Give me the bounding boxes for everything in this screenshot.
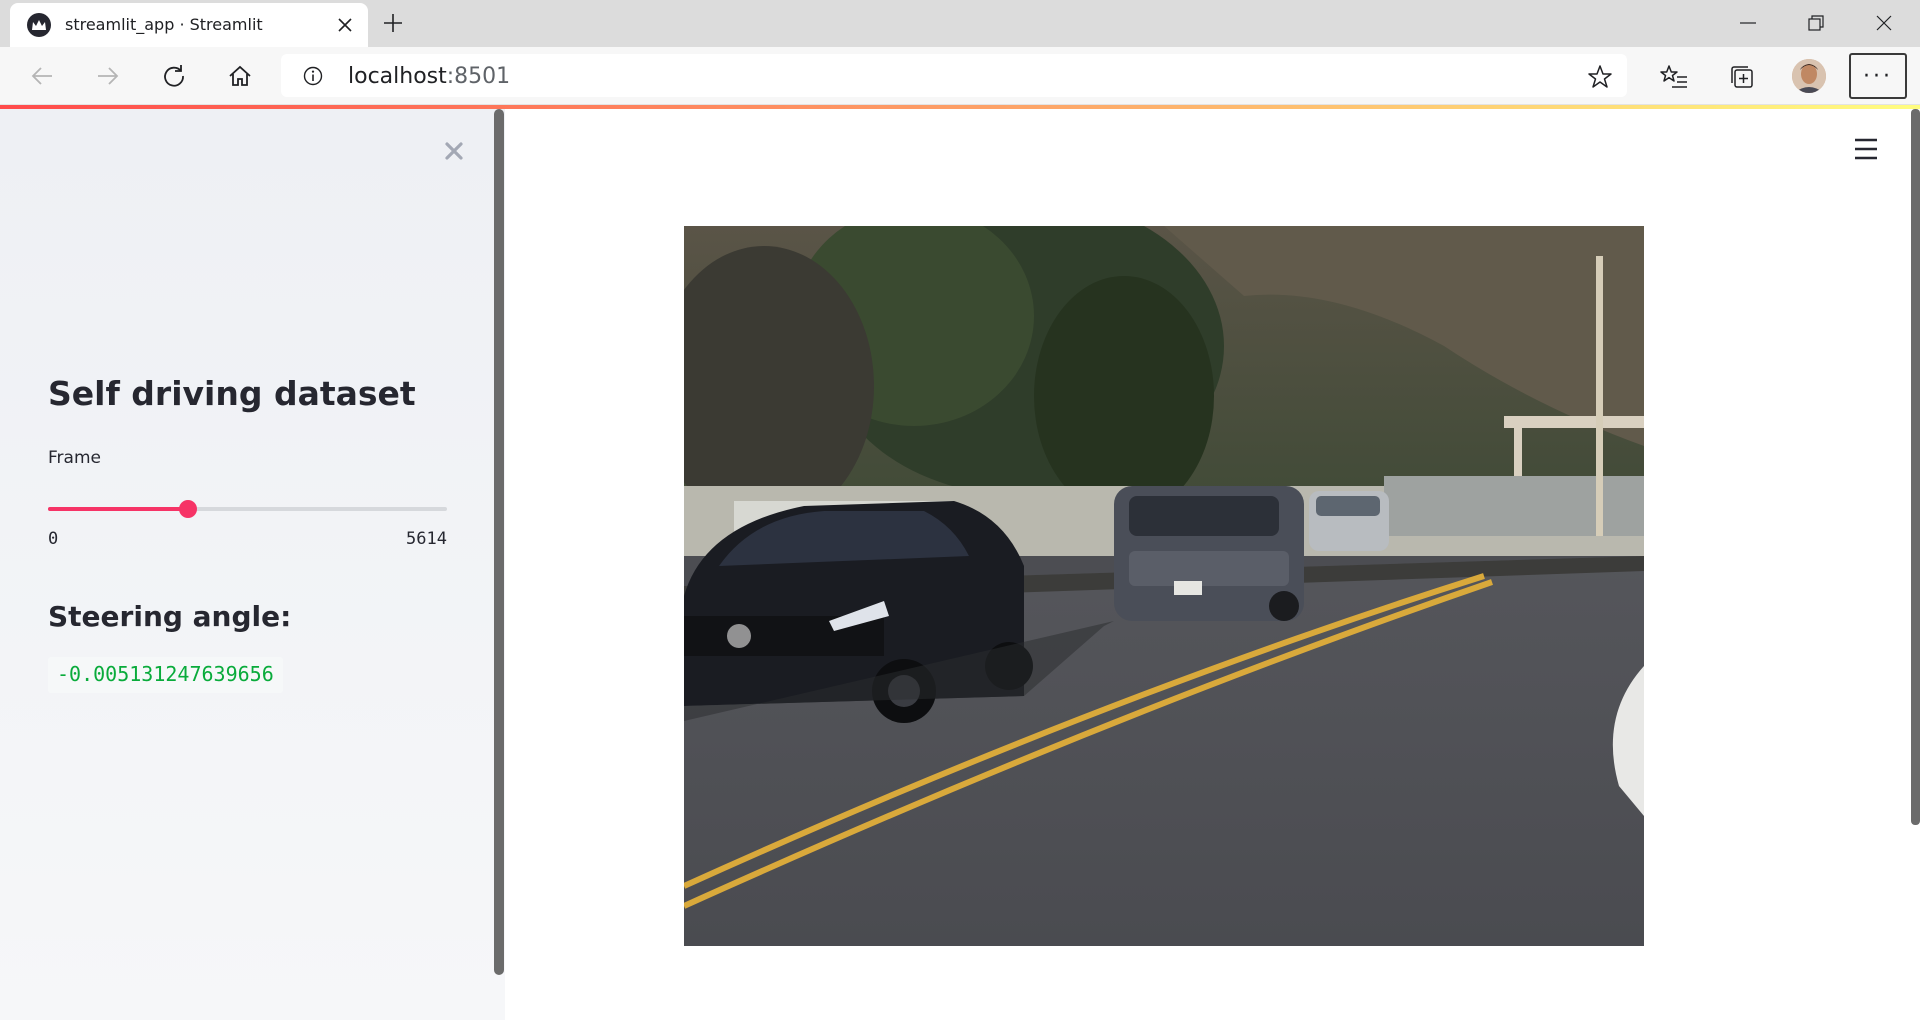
favorites-list-icon[interactable] <box>1655 58 1693 96</box>
refresh-icon[interactable] <box>154 58 194 94</box>
close-sidebar-icon[interactable] <box>437 134 471 168</box>
streamlit-favicon-icon <box>27 13 51 37</box>
sidebar-title: Self driving dataset <box>48 374 416 413</box>
browser-tab[interactable]: streamlit_app · Streamlit <box>10 3 368 47</box>
tab-title: streamlit_app · Streamlit <box>65 15 263 34</box>
main-scrollbar[interactable] <box>1911 109 1920 825</box>
browser-tab-bar: streamlit_app · Streamlit <box>0 0 1920 47</box>
steering-angle-heading: Steering angle: <box>48 600 292 633</box>
close-window-icon[interactable] <box>1854 6 1914 40</box>
frame-slider-max-label: 5614 <box>406 529 447 549</box>
collections-icon[interactable] <box>1723 58 1761 96</box>
favorite-star-icon[interactable] <box>1587 64 1613 90</box>
address-bar[interactable]: localhost:8501 <box>281 54 1627 97</box>
forward-arrow-icon[interactable] <box>88 58 128 94</box>
frame-slider-thumb[interactable] <box>178 500 197 518</box>
browser-toolbar: localhost:8501 ··· <box>0 47 1920 105</box>
frame-slider-min-label: 0 <box>48 529 59 549</box>
steering-angle-value: -0.005131247639656 <box>48 657 283 693</box>
streamlit-app: Self driving dataset Frame 0 5614 Steeri… <box>0 105 1920 1020</box>
new-tab-icon[interactable] <box>380 10 406 36</box>
hamburger-menu-icon[interactable] <box>1853 137 1879 161</box>
url-text[interactable]: localhost:8501 <box>348 64 510 89</box>
browser-more-menu-button[interactable]: ··· <box>1849 53 1907 99</box>
sidebar: Self driving dataset Frame 0 5614 Steeri… <box>0 109 505 1020</box>
frame-slider[interactable] <box>48 500 447 518</box>
home-icon[interactable] <box>220 58 260 94</box>
close-tab-icon[interactable] <box>334 14 356 36</box>
minimize-window-icon[interactable] <box>1718 6 1778 40</box>
site-info-icon[interactable] <box>303 66 323 86</box>
dashcam-frame-image <box>684 226 1644 946</box>
back-arrow-icon[interactable] <box>22 58 62 94</box>
frame-slider-label: Frame <box>48 448 101 468</box>
profile-avatar[interactable] <box>1792 59 1826 93</box>
sidebar-scrollbar[interactable] <box>494 109 504 975</box>
restore-window-icon[interactable] <box>1786 6 1846 40</box>
frame-slider-fill <box>48 507 188 511</box>
